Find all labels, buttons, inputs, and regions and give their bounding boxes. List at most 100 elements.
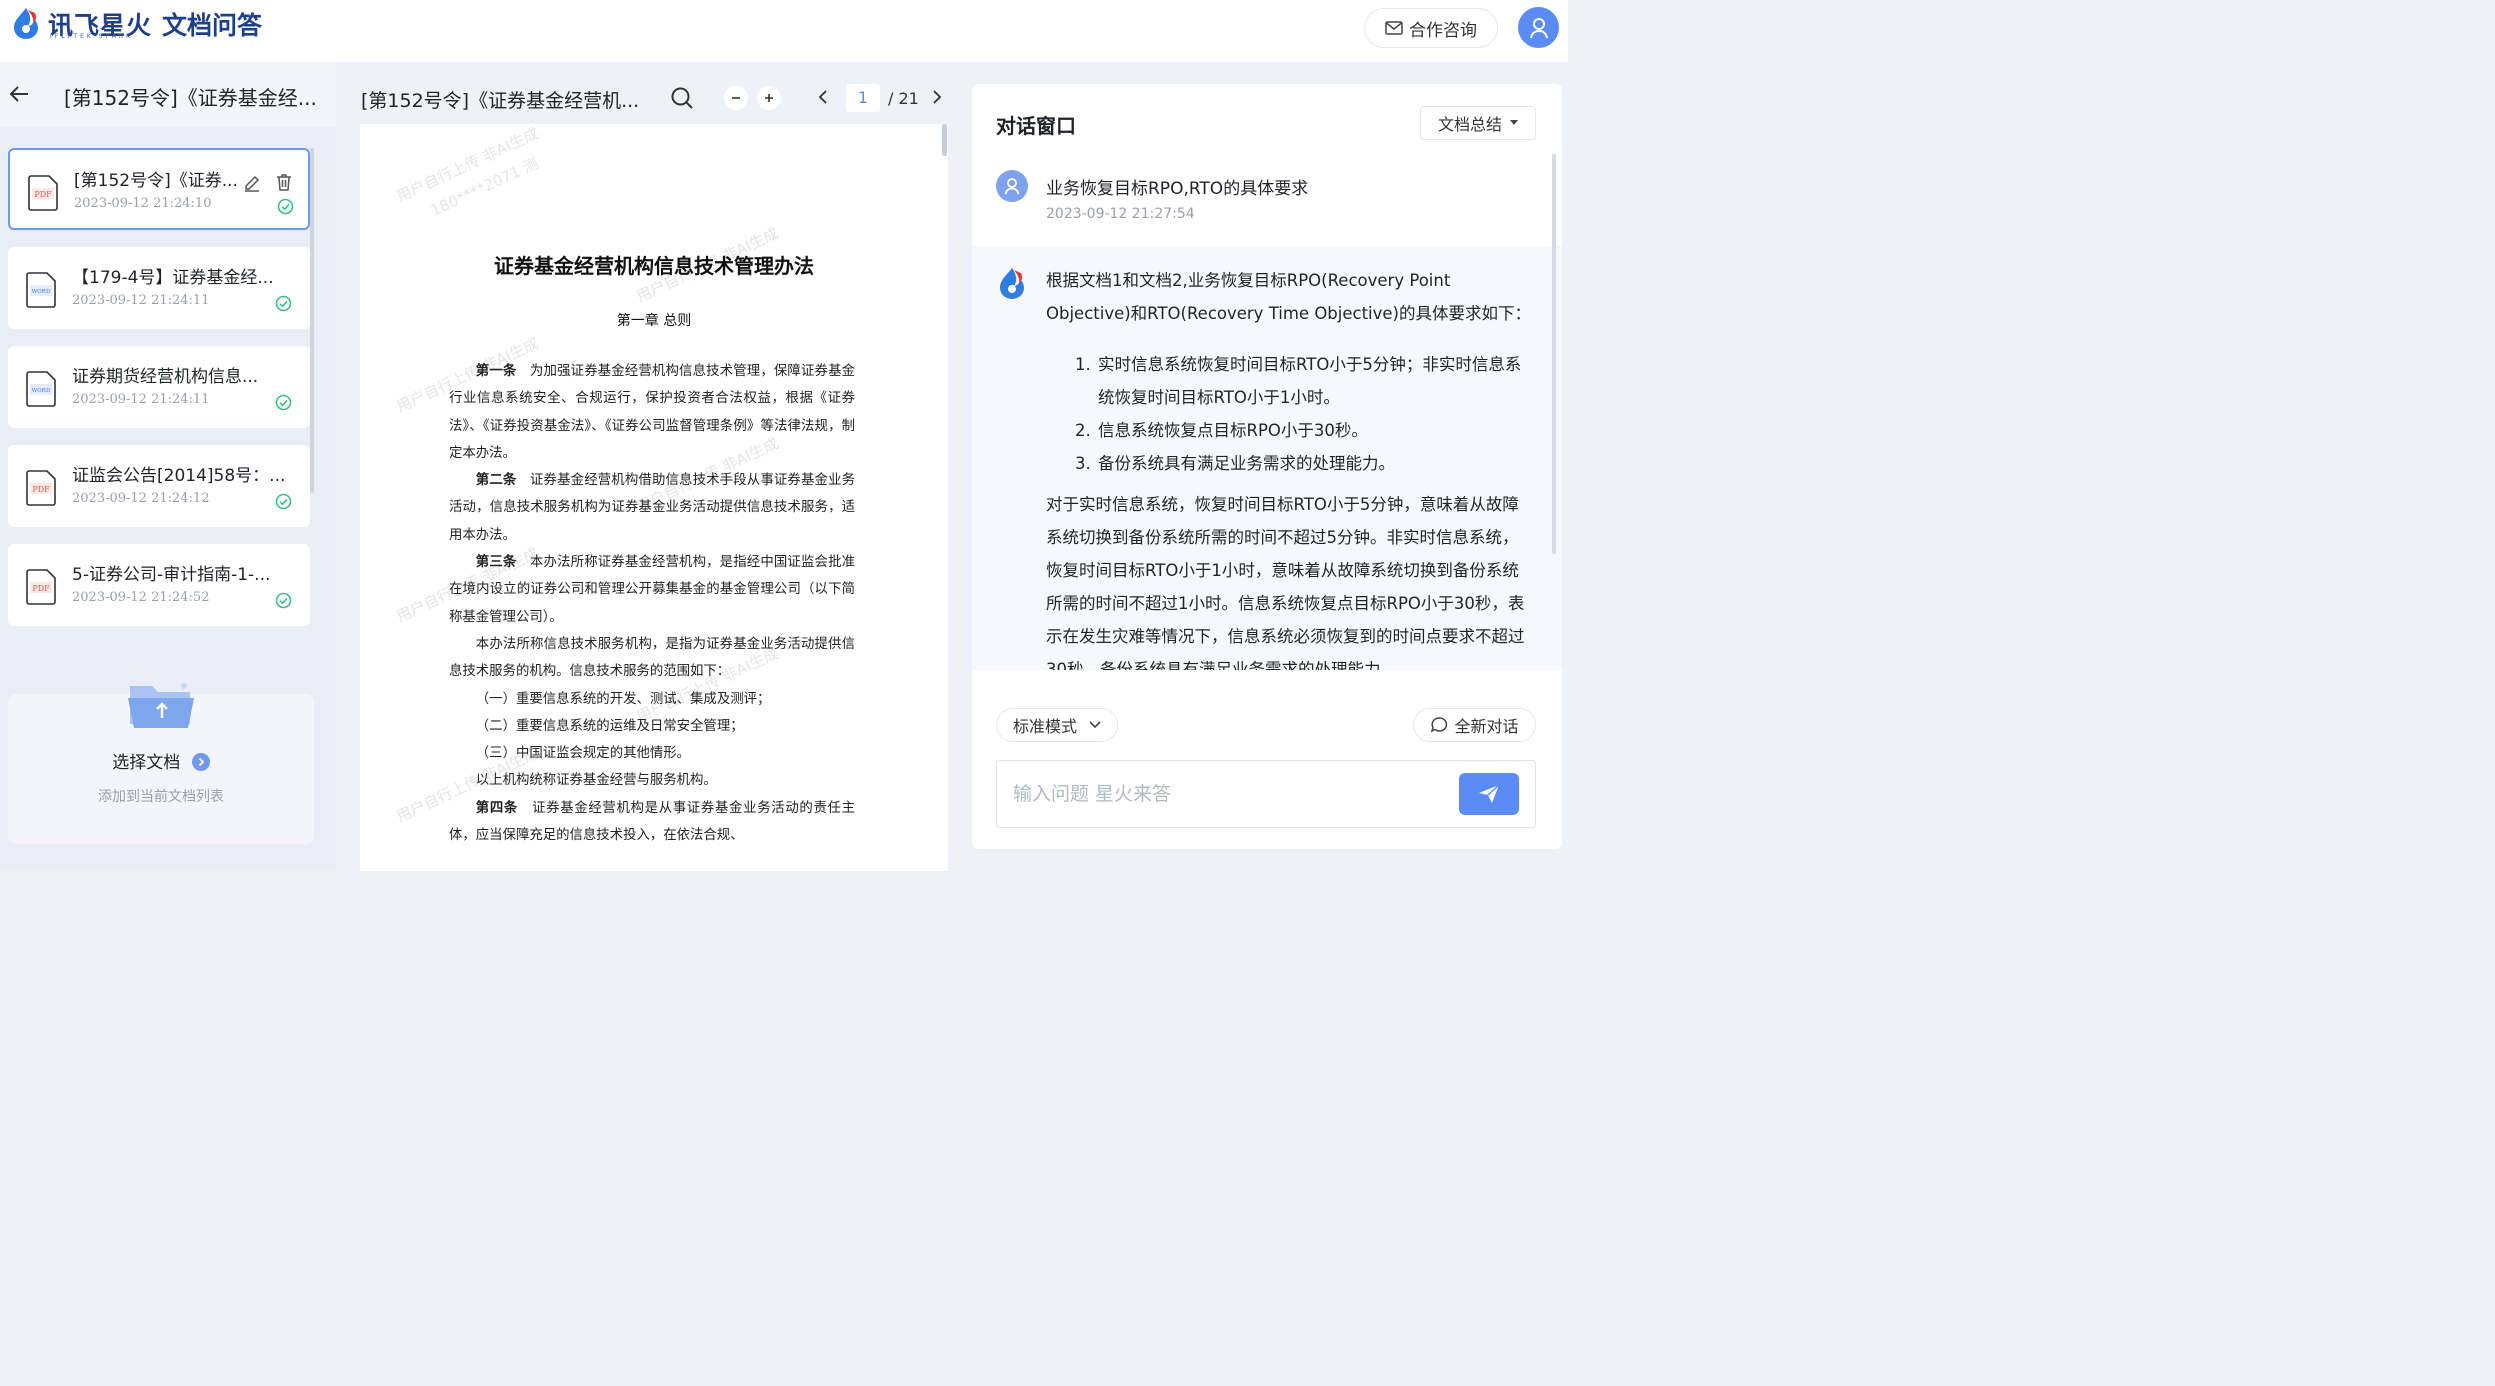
new-chat-button[interactable]: 全新对话 [1413,708,1536,742]
doc-name: [第152号令]《证券... [74,171,238,191]
svg-text:PDF: PDF [32,584,50,593]
back-arrow-icon[interactable] [8,84,30,104]
mode-label: 标准模式 [1012,717,1077,736]
user-icon [1004,178,1020,195]
caret-down-icon [1510,120,1518,125]
document-heading: 证券基金经营机构信息技术管理办法 [494,254,814,278]
doc-list-item[interactable]: PDF 证监会公告[2014]58号：... 2023-09-12 21:24:… [8,445,310,527]
answer-list-item: 备份系统具有满足业务需求的处理能力。 [1096,447,1534,480]
chat-scrollbar[interactable] [1552,154,1556,554]
doc-name: 证监会公告[2014]58号：... [72,466,286,486]
minus-icon [732,97,740,99]
word-file-icon: WORD [26,371,56,407]
pdf-file-icon: PDF [26,470,56,506]
sidebar-scrollbar[interactable] [310,148,314,493]
chevron-down-icon [1089,721,1101,729]
document-sidebar: [第152号令]《证券基金经... PDF [第152号令]《证券... 202… [0,62,336,871]
product-name: 文档问答 [162,11,263,40]
check-circle-icon [277,198,294,215]
mode-select[interactable]: 标准模式 [996,708,1118,742]
new-chat-label: 全新对话 [1454,717,1519,736]
user-avatar[interactable] [1518,7,1559,48]
document-chapter: 第一章 总则 [616,313,692,329]
doc-time: 2023-09-12 21:24:12 [72,491,210,506]
doc-list-item[interactable]: PDF [第152号令]《证券... 2023-09-12 21:24:10 [8,148,310,230]
answer-list-item: 实时信息系统恢复时间目标RTO小于5分钟；非实时信息系统恢复时间目标RTO小于1… [1096,348,1534,414]
answer-list: 实时信息系统恢复时间目标RTO小于5分钟；非实时信息系统恢复时间目标RTO小于1… [1096,348,1534,480]
next-page-icon[interactable] [927,88,945,106]
question-avatar [996,170,1028,202]
chat-panel: 对话窗口 文档总结 业务恢复目标RPO,RTO的具体要求 2023-09-12 … [972,84,1562,849]
doc-time: 2023-09-12 21:24:11 [72,392,210,407]
watermark: 180****2071 测 [427,154,542,220]
user-question: 业务恢复目标RPO,RTO的具体要求 [1046,179,1309,199]
check-circle-icon [275,493,292,510]
question-input[interactable] [1013,779,1433,809]
viewer-title: [第152号令]《证券基金经营机... [361,90,640,112]
watermark: 用户自行上传 非AI生成 [393,124,542,206]
doc-list-item[interactable]: WORD 【179-4号】证券基金经... 2023-09-12 21:24:1… [8,247,310,329]
prev-page-icon[interactable] [815,88,833,106]
doc-paragraph: 本办法所称信息技术服务机构，是指为证券基金业务活动提供信息技术服务的机构。信息技… [449,636,855,680]
doc-summary-dropdown[interactable]: 文档总结 [1420,106,1536,140]
upload-subtitle: 添加到当前文档列表 [98,789,224,805]
viewer-toolbar: [第152号令]《证券基金经营机... 1 / 21 [338,62,968,124]
chevron-right-circle-icon [191,753,210,771]
doc-time: 2023-09-12 21:24:10 [74,196,212,211]
doc-name: 5-证券公司-审计指南-1-... [72,565,271,585]
svg-text:WORD: WORD [32,289,51,295]
check-circle-icon [275,295,292,312]
doc-list-item[interactable]: WORD 证券期货经营机构信息... 2023-09-12 21:24:11 [8,346,310,428]
svg-text:PDF: PDF [34,190,52,199]
doc-paragraph: 第三条 本办法所称证券基金经营机构，是指经中国证监会批准在境内设立的证券公司和管… [449,554,856,625]
check-circle-icon [275,592,292,609]
svg-text:PDF: PDF [32,485,50,494]
doc-name: 【179-4号】证券基金经... [72,268,274,288]
doc-paragraph: 第四条 证券基金经营机构是从事证券基金业务活动的责任主体，应当保障充足的信息技术… [449,799,856,844]
check-circle-icon [275,394,292,411]
doc-paragraph: 第二条 证券基金经营机构借助信息技术手段从事证券基金业务活动，信息技术服务机构为… [449,472,856,543]
doc-list-item[interactable]: PDF 5-证券公司-审计指南-1-... 2023-09-12 21:24:5… [8,544,310,626]
search-icon[interactable] [670,86,694,110]
page-total: / 21 [888,89,919,108]
doc-paragraph: （二）重要信息系统的运维及日常安全管理； [475,718,744,734]
zoom-out-button[interactable] [724,86,748,110]
summary-label: 文档总结 [1437,115,1502,134]
doc-paragraph: （三）中国证监会规定的其他情形。 [475,746,691,762]
doc-paragraph: 第一条 为加强证券基金经营机构信息技术管理，保障证券基金行业信息系统安全、合规运… [449,363,856,461]
trash-icon[interactable] [274,172,294,192]
sidebar-header: [第152号令]《证券基金经... [0,62,336,126]
edit-icon[interactable] [242,172,262,192]
mail-icon [1385,21,1403,35]
pdf-file-icon: PDF [28,175,58,211]
answer-text: 根据文档1和文档2,业务恢复目标RPO(Recovery Point Objec… [1046,264,1534,670]
doc-paragraph: 以上机构统称证券基金经营与服务机构。 [475,773,717,789]
spark-logo-icon [1000,268,1024,299]
consult-button[interactable]: 合作咨询 [1364,8,1498,48]
chat-bubble-icon [1431,717,1448,733]
question-input-box [996,760,1536,828]
word-file-icon: WORD [26,272,56,308]
svg-text:WORD: WORD [32,388,51,394]
zoom-in-button[interactable] [757,86,781,110]
doc-time: 2023-09-12 21:24:52 [72,590,210,605]
upload-document-area[interactable]: 选择文档 添加到当前文档列表 [8,683,314,844]
question-time: 2023-09-12 21:27:54 [1046,206,1195,222]
folder-upload-icon [128,683,194,728]
top-bar: 讯飞星火 IFLYTEK SPARK 文档问答 合作咨询 [0,0,1568,62]
upload-title-label: 选择文档 [112,753,181,773]
answer-card: 根据文档1和文档2,业务恢复目标RPO(Recovery Point Objec… [972,246,1562,670]
chat-title: 对话窗口 [996,114,1076,138]
document-body: 第一条 为加强证券基金经营机构信息技术管理，保障证券基金行业信息系统安全、合规运… [449,358,855,849]
send-button[interactable] [1459,773,1519,815]
spark-logo-icon [14,8,38,39]
doc-name: 证券期货经营机构信息... [72,367,259,387]
document-viewer: [第152号令]《证券基金经营机... 1 / 21 用户自行上传 非AI生成 … [338,62,968,871]
page-number-input[interactable]: 1 [846,84,880,112]
plus-icon [765,94,773,102]
viewer-scrollbar[interactable] [942,124,947,156]
answer-intro: 根据文档1和文档2,业务恢复目标RPO(Recovery Point Objec… [1046,271,1531,323]
pdf-file-icon: PDF [26,569,56,605]
user-icon [1529,17,1548,38]
doc-time: 2023-09-12 21:24:11 [72,293,210,308]
